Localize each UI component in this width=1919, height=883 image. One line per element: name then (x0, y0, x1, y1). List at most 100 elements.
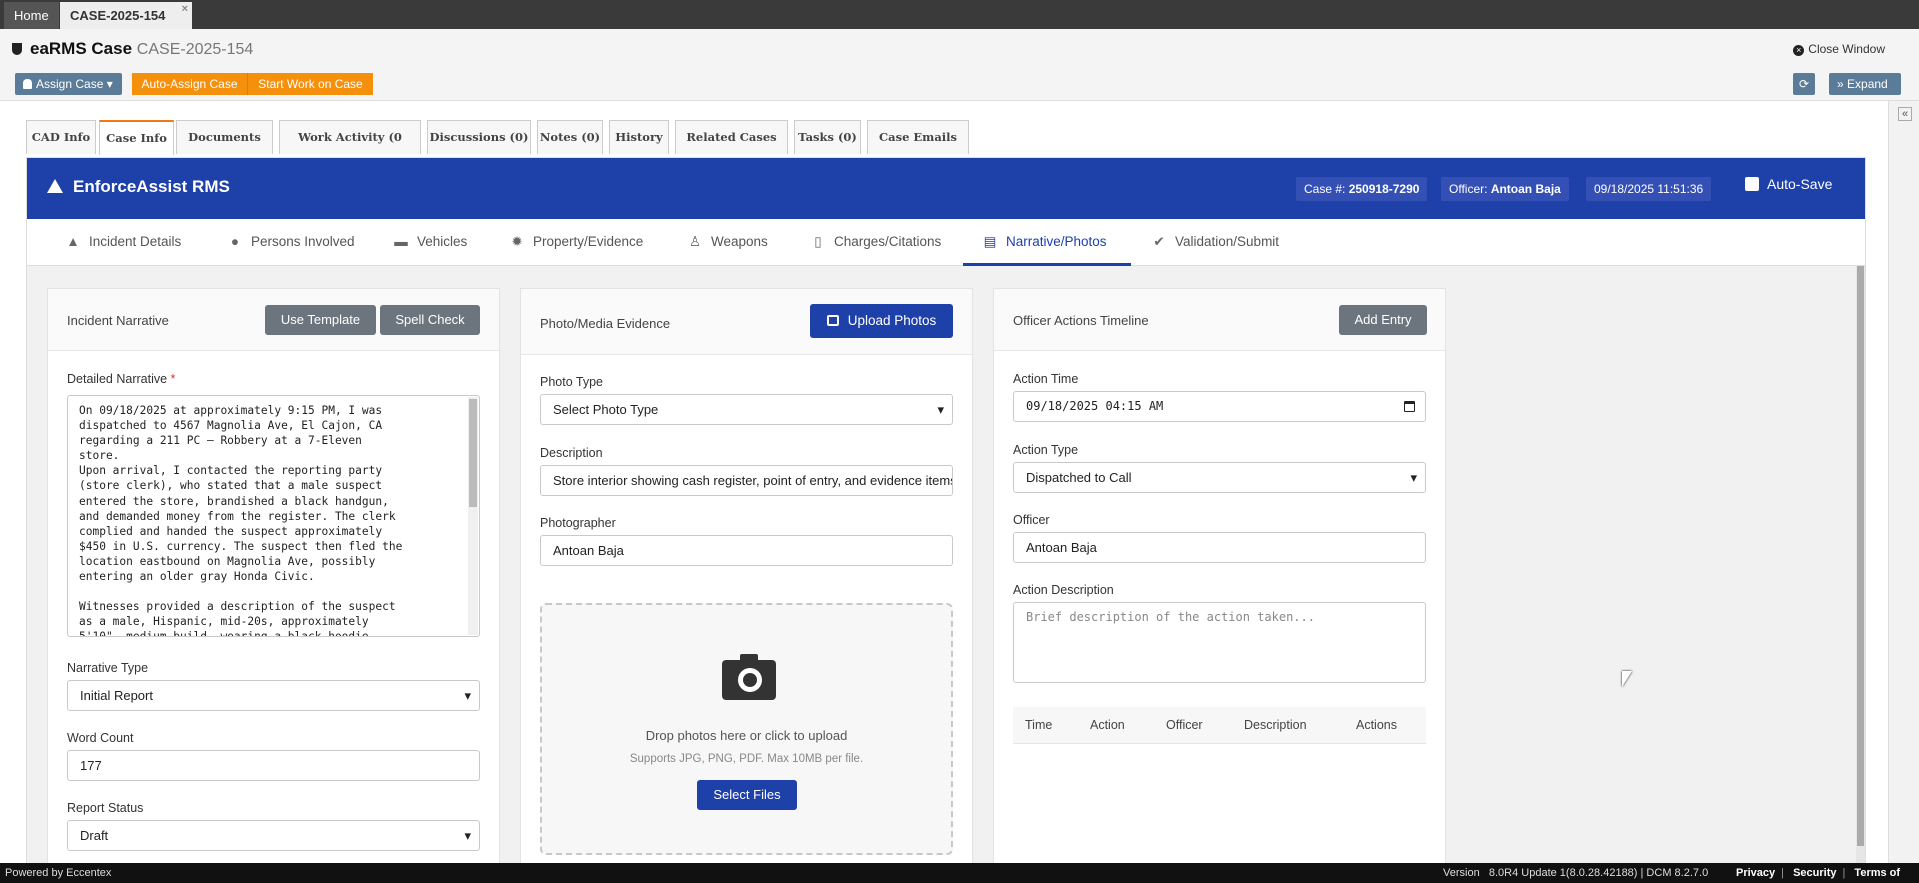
photo-type-select[interactable]: Select Photo Type (540, 394, 953, 425)
case-number: CASE-2025-154 (136, 41, 254, 58)
action-description-textarea[interactable]: Brief description of the action taken... (1013, 602, 1426, 683)
user-icon (23, 79, 32, 89)
add-entry-button[interactable]: Add Entry (1339, 305, 1427, 335)
auto-assign-case-button[interactable]: Auto-Assign Case (132, 73, 248, 95)
action-time-value: 09/18/2025 04:15 AM (1026, 399, 1164, 413)
word-count-field[interactable]: 177 (67, 750, 480, 781)
nav-label: Charges/Citations (834, 234, 942, 249)
window-tab-bar: Home CASE-2025-154 × (0, 0, 1919, 29)
photographer-input[interactable]: Antoan Baja (540, 535, 953, 566)
auto-save-button[interactable]: Auto-Save (1745, 176, 1832, 192)
content-scrollbar[interactable] (1856, 266, 1865, 864)
tab-work-activity[interactable]: Work Activity (0 hours) (279, 120, 421, 176)
action-type-select[interactable]: Dispatched to Call (1013, 462, 1426, 493)
refresh-button[interactable]: ⟳ (1793, 73, 1815, 95)
case-number-pill: Case #: 250918-7290 (1296, 177, 1428, 201)
collapse-icon[interactable]: « (1898, 107, 1912, 121)
officer-label: Officer (1013, 513, 1050, 527)
case-tab[interactable]: CASE-2025-154 × (60, 2, 192, 29)
close-window-button[interactable]: × Close Window (1793, 42, 1885, 56)
start-work-button[interactable]: Start Work on Case (248, 73, 373, 95)
report-status-select[interactable]: Draft (67, 820, 480, 851)
case-header: eaRMS Case CASE-2025-154 × Close Window (0, 29, 1919, 69)
nav-persons-involved[interactable]: ● Persons Involved (227, 219, 355, 266)
nav-validation-submit[interactable]: ✔ Validation/Submit (1151, 219, 1279, 266)
nav-weapons[interactable]: ♙ Weapons (687, 219, 768, 266)
tab-documents[interactable]: Documents (0) (176, 120, 273, 176)
expand-button[interactable]: » Expand (1829, 73, 1901, 95)
shield-icon (12, 43, 22, 55)
separator: | (1842, 867, 1846, 879)
tab-cad-info[interactable]: CAD Info (26, 120, 96, 154)
security-link[interactable]: Security (1793, 867, 1836, 879)
photo-dropzone[interactable]: Drop photos here or click to upload Supp… (540, 603, 953, 855)
nav-property-evidence[interactable]: ✹ Property/Evidence (509, 219, 643, 266)
action-toolbar: Assign Case ▾ Auto-Assign Case Start Wor… (0, 69, 1919, 101)
card-header: Incident Narrative Use Template Spell Ch… (48, 289, 499, 351)
tab-discussions[interactable]: Discussions (0) (427, 120, 531, 154)
case-number-value: 250918-7290 (1348, 182, 1420, 196)
narrative-scrollbar[interactable] (468, 397, 478, 635)
nav-incident-details[interactable]: ▲ Incident Details (65, 219, 181, 266)
photo-type-label: Photo Type (540, 375, 604, 389)
col-actions: Actions (1356, 718, 1397, 732)
mouse-cursor (1622, 671, 1632, 687)
card-title: Photo/Media Evidence (540, 316, 671, 331)
app-brand-label: EnforceAssist RMS (73, 177, 230, 196)
home-tab[interactable]: Home (4, 2, 59, 29)
narrative-label-text: Detailed Narrative (67, 372, 168, 386)
tab-notes[interactable]: Notes (0) (537, 120, 603, 154)
col-description: Description (1244, 718, 1307, 732)
incident-narrative-card: Incident Narrative Use Template Spell Ch… (47, 288, 500, 864)
scrollbar-thumb[interactable] (469, 399, 477, 507)
timeline-table-header: Time Action Officer Description Actions (1013, 707, 1426, 744)
action-time-input[interactable]: 09/18/2025 04:15 AM (1013, 391, 1426, 422)
officer-input[interactable]: Antoan Baja (1013, 532, 1426, 563)
assign-case-button[interactable]: Assign Case ▾ (15, 73, 122, 95)
tab-history[interactable]: History (609, 120, 669, 154)
right-collapse-rail: « (1888, 101, 1919, 863)
person-icon: ● (230, 234, 240, 249)
use-template-button[interactable]: Use Template (265, 305, 376, 335)
spell-check-button[interactable]: Spell Check (380, 305, 480, 335)
narrative-photos-content: Incident Narrative Use Template Spell Ch… (27, 266, 1865, 864)
tab-related-cases[interactable]: Related Cases (0) (675, 120, 788, 176)
narrative-textarea[interactable]: On 09/18/2025 at approximately 9:15 PM, … (67, 395, 480, 637)
footer-links: Privacy| Security| Terms of Use (1736, 863, 1919, 883)
select-files-button[interactable]: Select Files (697, 780, 797, 810)
dropzone-text: Drop photos here or click to upload (645, 728, 848, 743)
privacy-link[interactable]: Privacy (1736, 867, 1775, 879)
nav-charges-citations[interactable]: ▯ Charges/Citations (810, 219, 941, 266)
narrative-text: On 09/18/2025 at approximately 9:15 PM, … (79, 404, 403, 637)
expand-icon: » (1837, 77, 1844, 91)
close-tab-icon[interactable]: × (182, 0, 188, 23)
scrollbar-thumb[interactable] (1857, 266, 1864, 846)
nav-label: Vehicles (417, 234, 468, 249)
car-icon: ▬ (394, 234, 408, 249)
embedded-app-frame: EnforceAssist RMS Case #: 250918-7290 Of… (26, 157, 1866, 864)
nav-vehicles[interactable]: ▬ Vehicles (393, 219, 467, 266)
tab-case-emails[interactable]: Case Emails (0) (867, 120, 969, 176)
camera-icon (722, 654, 776, 700)
narrative-label: Detailed Narrative * (67, 372, 175, 386)
upload-photos-label: Upload Photos (847, 313, 937, 328)
case-workspace: CAD Info Case Info Documents (0) Work Ac… (0, 101, 1888, 864)
gear-icon: ✹ (511, 234, 523, 249)
nav-narrative-photos[interactable]: ▤ Narrative/Photos (963, 219, 1131, 266)
file-icon: ▯ (814, 234, 822, 249)
photo-description-input[interactable]: Store interior showing cash register, po… (540, 465, 953, 496)
app-header: EnforceAssist RMS Case #: 250918-7290 Of… (27, 158, 1865, 219)
card-title: Officer Actions Timeline (1013, 313, 1149, 328)
narrative-type-select[interactable]: Initial Report (67, 680, 480, 711)
col-time: Time (1025, 718, 1053, 732)
tab-tasks[interactable]: Tasks (0) (794, 120, 861, 154)
app-brand: EnforceAssist RMS (47, 177, 230, 197)
document-icon: ▤ (983, 234, 997, 249)
tab-case-info[interactable]: Case Info (99, 120, 174, 155)
datetime-pill: 09/18/2025 11:51:36 (1586, 177, 1712, 201)
upload-photos-button[interactable]: Upload Photos (810, 304, 953, 338)
nav-label: Property/Evidence (533, 234, 644, 249)
section-nav: ▲ Incident Details ● Persons Involved ▬ Veh… (27, 219, 1865, 266)
officer-value: Antoan Baja (1490, 182, 1561, 196)
nav-label: Validation/Submit (1175, 234, 1280, 249)
